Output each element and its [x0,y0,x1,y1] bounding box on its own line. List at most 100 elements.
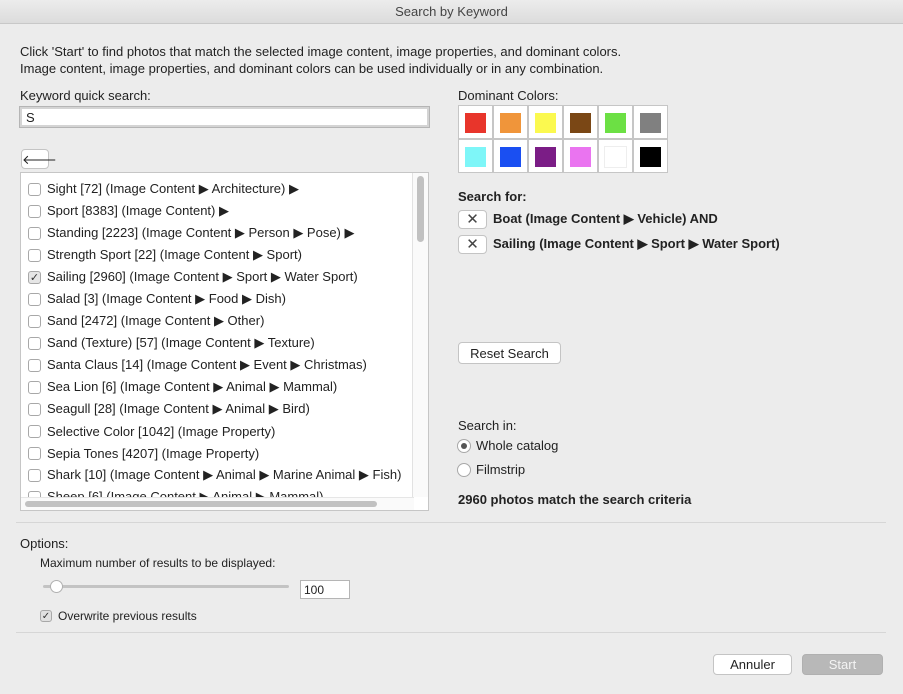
keyword-list[interactable]: Sight [72] (Image Content ▶ Architecture… [20,172,429,511]
list-item-checkbox[interactable] [28,446,41,460]
list-item[interactable]: Strength Sport [22] (Image Content ▶ Spo… [28,246,302,264]
list-item-checkbox[interactable] [28,204,41,218]
color-swatch-fill [535,147,556,167]
list-item[interactable]: ✓ Sailing [2960] (Image Content ▶ Sport ▶… [28,268,358,286]
list-item-label: Selective Color [1042] (Image Property) [47,423,276,439]
search-for-label: Search for: [458,189,527,204]
color-swatch[interactable] [528,139,563,173]
list-item[interactable]: Salad [3] (Image Content ▶ Food ▶ Dish) [28,290,286,308]
list-item-checkbox[interactable] [28,424,41,438]
list-item[interactable]: Sand (Texture) [57] (Image Content ▶ Tex… [28,334,315,352]
radio-button[interactable] [457,438,471,453]
vertical-scrollbar[interactable] [412,173,428,497]
color-swatch[interactable] [493,139,528,173]
list-item-label: Salad [3] (Image Content ▶ Food ▶ Dish) [47,291,286,306]
list-item-checkbox[interactable] [28,292,41,306]
color-swatch[interactable] [633,139,668,173]
remove-term-button[interactable]: ✕ [458,234,487,254]
reset-search-button[interactable]: Reset Search [458,342,561,364]
color-swatch-fill [640,147,661,167]
horizontal-scroll-thumb[interactable] [25,501,377,507]
list-item-label: Strength Sport [22] (Image Content ▶ Spo… [47,247,302,262]
list-item-label: Seagull [28] (Image Content ▶ Animal ▶ B… [47,401,310,416]
window-title: Search by Keyword [0,0,903,24]
keyword-list-content: Sight [72] (Image Content ▶ Architecture… [21,179,413,501]
list-item-label: Shark [10] (Image Content ▶ Animal ▶ Mar… [47,467,402,482]
overwrite-results-checkbox[interactable]: ✓ Overwrite previous results [40,609,197,623]
list-item-label: Sea Lion [6] (Image Content ▶ Animal ▶ M… [47,379,338,394]
search-in-option-label: Filmstrip [476,462,526,477]
overwrite-checkbox-box[interactable]: ✓ [40,610,52,622]
list-item[interactable]: Selective Color [1042] (Image Property) [28,422,275,440]
color-swatch[interactable] [598,105,633,139]
list-item[interactable]: Sport [8383] (Image Content) ▶ [28,202,229,220]
arrow-left-icon: 🡐 [22,152,57,167]
vertical-scroll-thumb[interactable] [417,176,424,242]
intro-line-2: Image content, image properties, and dom… [20,61,604,76]
horizontal-scrollbar[interactable] [21,497,414,510]
color-swatch[interactable] [528,105,563,139]
max-results-slider-track[interactable] [43,585,289,588]
color-swatch[interactable] [493,105,528,139]
search-in-option-label: Whole catalog [476,438,559,453]
color-swatch-fill [465,147,486,167]
color-swatch-fill [605,113,626,133]
back-button[interactable]: 🡐 [21,149,57,169]
result-count-text: 2960 photos match the search criteria [458,492,692,507]
list-item[interactable]: Sepia Tones [4207] (Image Property) [28,444,259,462]
divider-top [16,522,886,523]
max-results-slider-thumb[interactable] [49,580,63,593]
color-swatch-fill [500,147,521,167]
list-item-checkbox[interactable] [28,402,41,416]
keyword-search-label: Keyword quick search: [20,88,151,103]
color-swatch[interactable] [598,139,633,173]
cancel-button[interactable]: Annuler [713,654,792,675]
color-swatch[interactable] [633,105,668,139]
max-results-label: Maximum number of results to be displaye… [40,556,276,570]
list-item-checkbox[interactable] [28,248,41,262]
radio-button[interactable] [457,462,471,477]
color-swatch-fill [604,146,627,168]
list-item-checkbox[interactable] [28,226,41,240]
search-term-label: Boat (Image Content ▶ Vehicle) AND [493,211,718,226]
keyword-search-input[interactable]: S [19,106,430,128]
list-item[interactable]: Sand [2472] (Image Content ▶ Other) [28,312,264,330]
close-icon: ✕ [466,235,479,253]
search-in-option[interactable]: Filmstrip [457,462,525,477]
options-label: Options: [20,536,69,551]
list-item[interactable]: Shark [10] (Image Content ▶ Animal ▶ Mar… [28,466,401,484]
close-icon: ✕ [466,210,479,228]
list-item-checkbox[interactable] [28,380,41,394]
list-item-label: Santa Claus [14] (Image Content ▶ Event … [47,357,367,372]
list-item-checkbox[interactable] [28,468,41,482]
dominant-colors-label: Dominant Colors: [458,88,559,103]
list-item-checkbox[interactable] [28,314,41,328]
list-item[interactable]: Sea Lion [6] (Image Content ▶ Animal ▶ M… [28,378,337,396]
color-swatch-fill [570,147,591,167]
search-in-option[interactable]: Whole catalog [457,438,558,453]
list-item[interactable]: Seagull [28] (Image Content ▶ Animal ▶ B… [28,400,310,418]
color-swatch[interactable] [563,139,598,173]
color-swatch[interactable] [458,105,493,139]
overwrite-results-label: Overwrite previous results [58,609,197,623]
list-item-label: Sport [8383] (Image Content) ▶ [47,203,229,218]
list-item[interactable]: Standing [2223] (Image Content ▶ Person … [28,224,355,242]
list-item-checkbox[interactable] [28,336,41,350]
list-item-label: Sand (Texture) [57] (Image Content ▶ Tex… [47,335,315,350]
color-swatch[interactable] [563,105,598,139]
list-item-label: Sand [2472] (Image Content ▶ Other) [47,313,265,328]
list-item-label: Sight [72] (Image Content ▶ Architecture… [47,181,299,196]
start-button[interactable]: Start [802,654,883,675]
list-item-checkbox[interactable]: ✓ [28,270,41,284]
color-swatch[interactable] [458,139,493,173]
max-results-input[interactable]: 100 [300,580,350,599]
color-swatch-fill [640,113,661,133]
color-swatch-fill [570,113,591,133]
list-item[interactable]: Santa Claus [14] (Image Content ▶ Event … [28,356,367,374]
divider-bottom [16,632,886,633]
list-item-checkbox[interactable] [28,182,41,196]
list-item-checkbox[interactable] [28,358,41,372]
list-item[interactable]: Sight [72] (Image Content ▶ Architecture… [28,180,299,198]
remove-term-button[interactable]: ✕ [458,209,487,229]
intro-text: Click 'Start' to find photos that match … [20,43,621,77]
